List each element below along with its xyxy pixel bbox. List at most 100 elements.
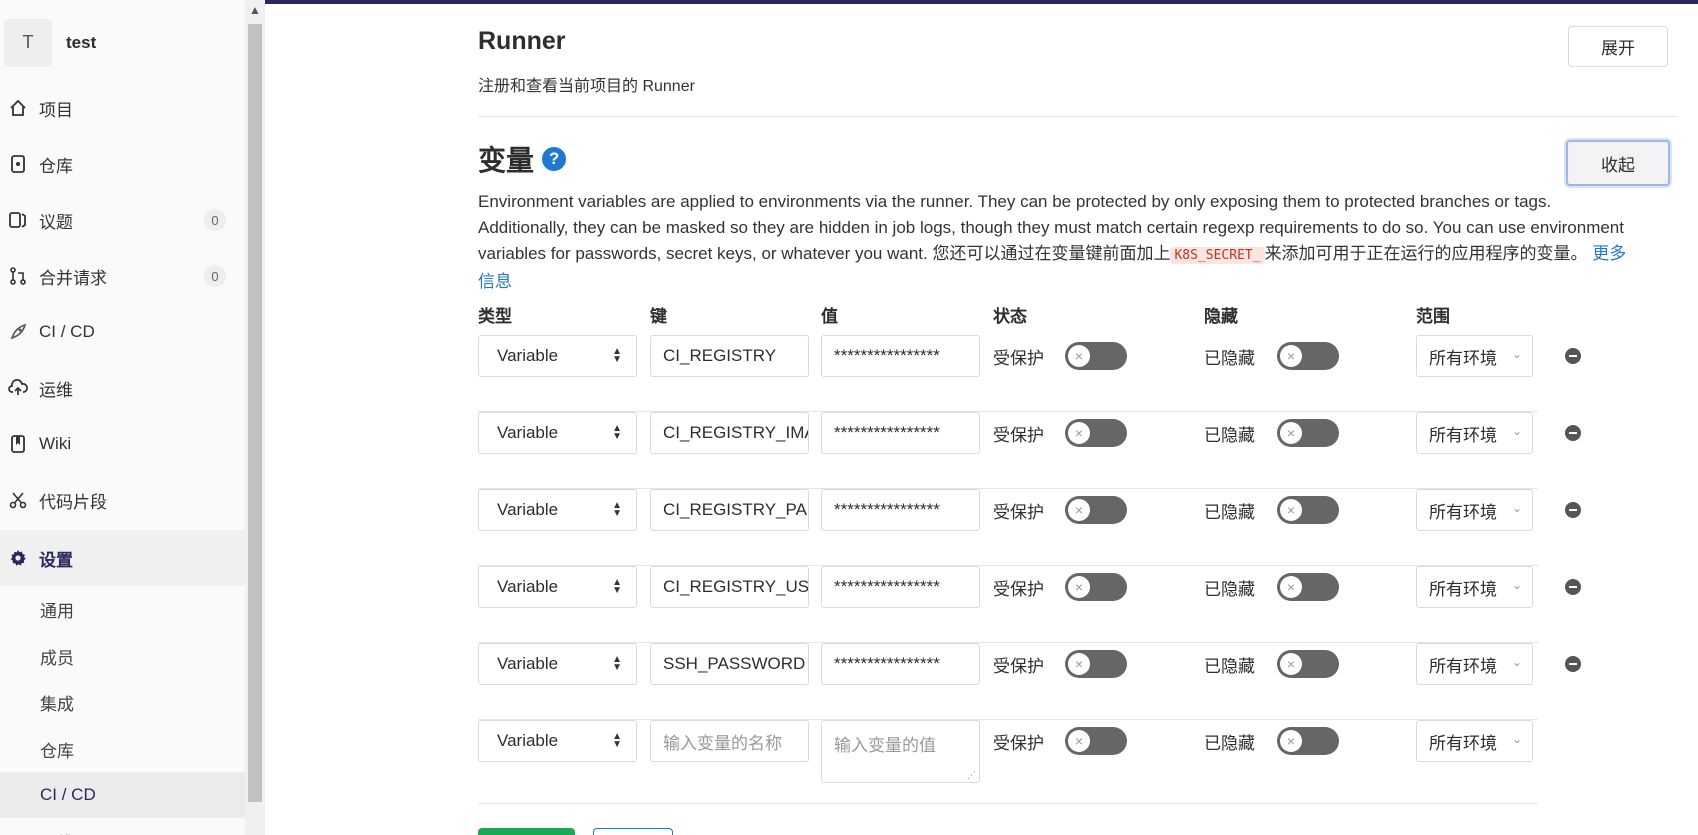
sidebar-item-settings[interactable]: 设置 bbox=[0, 530, 245, 586]
settings-sub-repository[interactable]: 仓库 bbox=[0, 726, 245, 772]
chevron-down-icon: ⌄ bbox=[1511, 424, 1522, 438]
protected-toggle[interactable]: × bbox=[1065, 419, 1127, 447]
variable-value-input[interactable]: **************** bbox=[821, 566, 980, 608]
sidebar-item-wiki[interactable]: Wiki bbox=[0, 416, 245, 472]
sidebar-item-label: CI / CD bbox=[39, 322, 95, 341]
variable-value-input[interactable]: **************** bbox=[821, 643, 980, 685]
settings-sub-operations[interactable]: 运维 bbox=[0, 818, 245, 835]
protected-toggle[interactable]: × bbox=[1065, 496, 1127, 524]
environment-scope-value: 所有环境 bbox=[1429, 348, 1497, 368]
remove-variable-icon[interactable] bbox=[1565, 579, 1581, 595]
sidebar-item-repository[interactable]: 仓库 bbox=[0, 136, 245, 192]
variable-type-select[interactable]: Variable ▲ ▼ bbox=[478, 566, 637, 608]
toggle-off-icon: × bbox=[1068, 499, 1090, 521]
environment-scope-dropdown[interactable]: 所有环境 ⌄ bbox=[1416, 643, 1533, 685]
scrollbar-thumb[interactable] bbox=[248, 24, 262, 802]
runner-section-description: 注册和查看当前项目的 Runner bbox=[478, 78, 695, 95]
masked-toggle[interactable]: × bbox=[1277, 727, 1339, 755]
protected-label: 受保护 bbox=[993, 502, 1044, 522]
settings-sub-members[interactable]: 成员 bbox=[0, 633, 245, 679]
environment-scope-dropdown[interactable]: 所有环境 ⌄ bbox=[1416, 489, 1533, 531]
sidebar-item-cicd[interactable]: CI / CD bbox=[0, 304, 245, 360]
resize-handle-icon[interactable]: ⋰ bbox=[967, 770, 976, 781]
sidebar-item-project[interactable]: 项目 bbox=[0, 80, 245, 136]
chevron-down-icon: ⌄ bbox=[1511, 501, 1522, 515]
protected-label: 受保护 bbox=[993, 733, 1044, 753]
variable-type-select[interactable]: Variable ▲ ▼ bbox=[478, 335, 637, 377]
toggle-off-icon: × bbox=[1068, 576, 1090, 598]
merge-request-icon bbox=[8, 266, 28, 286]
variable-type-select[interactable]: Variable ▲ ▼ bbox=[478, 412, 637, 454]
protected-toggle[interactable]: × bbox=[1065, 650, 1127, 678]
environment-scope-dropdown[interactable]: 所有环境 ⌄ bbox=[1416, 412, 1533, 454]
variables-section-title: 变量 ? bbox=[478, 139, 567, 179]
sidebar-item-label: 仓库 bbox=[39, 156, 73, 176]
scroll-up-arrow-icon[interactable]: ▲ bbox=[249, 4, 261, 16]
remove-variable-icon[interactable] bbox=[1565, 502, 1581, 518]
runner-expand-button[interactable]: 展开 bbox=[1568, 26, 1668, 67]
scissors-icon bbox=[8, 490, 28, 510]
variable-type-value: Variable bbox=[497, 731, 559, 750]
remove-variable-icon[interactable] bbox=[1565, 348, 1581, 364]
variable-type-select[interactable]: Variable ▲ ▼ bbox=[478, 643, 637, 685]
variable-key-input[interactable]: CI_REGISTRY_USE bbox=[650, 566, 809, 608]
sidebar-item-operations[interactable]: 运维 bbox=[0, 360, 245, 416]
settings-sub-cicd[interactable]: CI / CD bbox=[0, 772, 245, 818]
sidebar-item-label: 代码片段 bbox=[39, 492, 107, 512]
sidebar-item-label: Wiki bbox=[39, 434, 72, 453]
settings-sub-general[interactable]: 通用 bbox=[0, 586, 245, 632]
key-placeholder: 输入变量的名称 bbox=[663, 733, 782, 753]
select-arrows-icon: ▲ ▼ bbox=[612, 346, 622, 365]
settings-sub-integrations[interactable]: 集成 bbox=[0, 679, 245, 725]
variables-description: Environment variables are applied to env… bbox=[478, 189, 1638, 295]
masked-toggle[interactable]: × bbox=[1277, 496, 1339, 524]
variable-key-input[interactable]: CI_REGISTRY bbox=[650, 335, 809, 377]
masked-toggle[interactable]: × bbox=[1277, 342, 1339, 370]
project-context[interactable]: T test bbox=[0, 15, 245, 70]
sidebar-item-issues[interactable]: 议题 0 bbox=[0, 192, 245, 248]
sidebar-item-merge-requests[interactable]: 合并请求 0 bbox=[0, 248, 245, 304]
protected-toggle[interactable]: × bbox=[1065, 727, 1127, 755]
toggle-off-icon: × bbox=[1280, 499, 1302, 521]
new-variable-row: Variable ▲ ▼ 输入变量的名称 输入变量的值 ⋰ 受保护 × 已隐藏 × 所… bbox=[478, 720, 1538, 804]
reveal-values-button[interactable] bbox=[593, 828, 673, 835]
column-header-state: 状态 bbox=[993, 307, 1027, 326]
sidebar-item-label: 合并请求 bbox=[39, 268, 107, 288]
sidebar-item-snippets[interactable]: 代码片段 bbox=[0, 472, 245, 528]
masked-toggle[interactable]: × bbox=[1277, 650, 1339, 678]
variables-collapse-button[interactable]: 收起 bbox=[1566, 140, 1670, 186]
protected-toggle[interactable]: × bbox=[1065, 342, 1127, 370]
sidebar-scrollbar[interactable]: ▲ bbox=[245, 0, 265, 835]
variable-key-input[interactable]: CI_REGISTRY_IMA bbox=[650, 412, 809, 454]
column-header-value: 值 bbox=[821, 307, 838, 326]
merge-requests-count-badge: 0 bbox=[204, 265, 226, 287]
variable-row: Variable ▲ ▼ SSH_PASSWORD ****************… bbox=[478, 643, 1581, 720]
variable-value-input[interactable]: **************** bbox=[821, 489, 980, 531]
variable-key-input[interactable]: CI_REGISTRY_PAS bbox=[650, 489, 809, 531]
variable-key-input[interactable]: SSH_PASSWORD bbox=[650, 643, 809, 685]
variable-type-value: Variable bbox=[497, 500, 559, 519]
variable-value-input[interactable]: **************** bbox=[821, 335, 980, 377]
variable-type-select[interactable]: Variable ▲ ▼ bbox=[478, 489, 637, 531]
remove-variable-icon[interactable] bbox=[1565, 425, 1581, 441]
environment-scope-dropdown[interactable]: 所有环境 ⌄ bbox=[1416, 335, 1533, 377]
environment-scope-dropdown[interactable]: 所有环境 ⌄ bbox=[1416, 720, 1533, 762]
variable-value-input[interactable]: **************** bbox=[821, 412, 980, 454]
environment-scope-dropdown[interactable]: 所有环境 ⌄ bbox=[1416, 566, 1533, 608]
new-variable-value-textarea[interactable]: 输入变量的值 ⋰ bbox=[821, 720, 980, 783]
masked-toggle[interactable]: × bbox=[1277, 419, 1339, 447]
masked-toggle[interactable]: × bbox=[1277, 573, 1339, 601]
save-variables-button[interactable] bbox=[478, 828, 575, 835]
masked-label: 已隐藏 bbox=[1204, 425, 1255, 445]
column-header-scope: 范围 bbox=[1416, 307, 1450, 326]
variable-type-select[interactable]: Variable ▲ ▼ bbox=[478, 720, 637, 762]
remove-variable-icon[interactable] bbox=[1565, 656, 1581, 672]
protected-toggle[interactable]: × bbox=[1065, 573, 1127, 601]
help-icon[interactable]: ? bbox=[542, 147, 567, 171]
new-variable-key-input[interactable]: 输入变量的名称 bbox=[650, 720, 809, 762]
protected-label: 受保护 bbox=[993, 348, 1044, 368]
variable-type-value: Variable bbox=[497, 654, 559, 673]
cloud-icon bbox=[8, 378, 28, 398]
toggle-off-icon: × bbox=[1068, 730, 1090, 752]
variables-title-text: 变量 bbox=[478, 145, 535, 176]
